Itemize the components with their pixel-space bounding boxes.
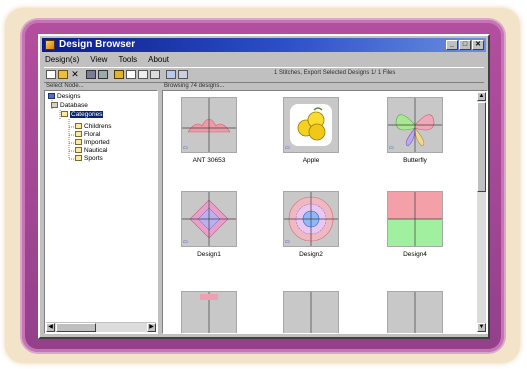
tree-item-sports[interactable]: Sports	[75, 155, 103, 163]
sort-icon[interactable]	[166, 70, 176, 79]
tree-horizontal-scrollbar[interactable]: ◀ ▶	[46, 322, 156, 332]
folder-icon	[75, 147, 82, 154]
scroll-thumb[interactable]	[56, 323, 96, 332]
design-thumbnail-apple[interactable]: ▭	[283, 97, 339, 153]
folder-icon	[75, 139, 82, 146]
folder-icon	[75, 131, 82, 138]
menu-bar: Design(s) View Tools About	[44, 54, 170, 66]
delete-icon[interactable]: ✕	[70, 70, 80, 79]
design-browser-window: Design Browser _ □ ✕ Design(s) View Tool…	[38, 34, 490, 339]
design-preview-icon	[310, 292, 312, 333]
stitch-count-icon: ▭	[389, 145, 394, 151]
open-folder-icon[interactable]	[58, 70, 68, 79]
stitch-count-icon: ▭	[183, 145, 188, 151]
folder-icon	[75, 123, 82, 130]
app-icon	[45, 40, 55, 50]
toolbar: ✕ 1 Stitches, Export Selected Designs 1/…	[44, 67, 484, 83]
tree-item-label: Designs	[57, 93, 81, 100]
design-thumbnail-partial[interactable]	[387, 291, 443, 333]
ring-design-icon	[284, 192, 338, 246]
scroll-down-icon[interactable]: ▼	[477, 323, 486, 332]
tree-item-childrens[interactable]: Childrens	[75, 123, 111, 131]
toolbar-status: 1 Stitches, Export Selected Designs 1/ 1…	[274, 70, 396, 76]
tree-item-floral[interactable]: Floral	[75, 131, 100, 139]
menu-tools[interactable]: Tools	[117, 54, 138, 66]
scroll-left-icon[interactable]: ◀	[46, 323, 55, 332]
window-title: Design Browser	[59, 39, 136, 50]
tree-item-label: Nautical	[84, 147, 108, 154]
refresh-icon[interactable]	[178, 70, 188, 79]
folder-icon	[75, 155, 82, 162]
print-icon[interactable]	[86, 70, 96, 79]
design-label: Design2	[299, 251, 323, 258]
design-label: Design1	[197, 251, 221, 258]
design-label: Apple	[302, 157, 320, 164]
ant-design-icon	[182, 98, 236, 152]
design-thumbnail-design4[interactable]	[387, 191, 443, 247]
design-thumbnail-partial[interactable]	[181, 291, 237, 333]
tree-item-label: Imported	[84, 139, 110, 146]
design-tree[interactable]: Designs Database Categories Childrens Fl…	[44, 90, 158, 334]
maximize-button[interactable]: □	[459, 40, 471, 50]
design-label: Butterfly	[403, 157, 427, 164]
design-label: Design4	[403, 251, 427, 258]
tree-item-label: Database	[60, 102, 88, 109]
tree-item-label: Floral	[84, 131, 101, 138]
design-thumbnail-butterfly[interactable]: ▭	[387, 97, 443, 153]
design-preview-icon	[200, 292, 218, 333]
apple-design-icon	[290, 104, 332, 146]
tree-item-label: Childrens	[84, 123, 112, 130]
list-view-icon[interactable]	[150, 70, 160, 79]
tree-item-categories[interactable]: Categories	[61, 111, 104, 119]
folder-icon	[61, 111, 68, 118]
quad-design-icon	[388, 192, 442, 246]
find-icon[interactable]	[114, 70, 124, 79]
tree-item-label: Sports	[84, 155, 103, 162]
scroll-thumb[interactable]	[477, 102, 486, 192]
stitch-count-icon: ▭	[285, 145, 290, 151]
butterfly-design-icon	[388, 98, 442, 152]
menu-about[interactable]: About	[147, 54, 170, 66]
database-icon	[51, 102, 58, 109]
menu-designs[interactable]: Design(s)	[44, 54, 80, 66]
tree-item-database[interactable]: Database	[51, 102, 88, 110]
scroll-up-icon[interactable]: ▲	[477, 92, 486, 101]
design-thumbnail-design2[interactable]: ▭	[283, 191, 339, 247]
new-icon[interactable]	[46, 70, 56, 79]
tree-item-designs[interactable]: Designs	[48, 93, 80, 101]
tree-pane-label: Select Node...	[46, 83, 84, 89]
stitch-count-icon: ▭	[183, 239, 188, 245]
browser-vertical-scrollbar[interactable]: ▲ ▼	[477, 92, 486, 332]
tree-item-label: Categories	[70, 111, 104, 118]
diamond-design-icon	[182, 192, 236, 246]
close-button[interactable]: ✕	[472, 40, 484, 50]
design-thumbnail-partial[interactable]	[283, 291, 339, 333]
stitch-count-icon: ▭	[285, 239, 290, 245]
large-icons-icon[interactable]	[126, 70, 136, 79]
design-label: ANT 30653	[192, 157, 226, 164]
design-browser-pane[interactable]: ▭ ANT 30653 ▭ Apple ▭ Butterfly ▭ Design…	[162, 90, 488, 334]
tree-item-nautical[interactable]: Nautical	[75, 147, 107, 155]
title-bar[interactable]: Design Browser _ □ ✕	[42, 38, 486, 52]
small-icons-icon[interactable]	[138, 70, 148, 79]
browser-pane-label: Browsing 74 designs...	[164, 83, 225, 89]
scroll-right-icon[interactable]: ▶	[147, 323, 156, 332]
folder-icon	[48, 93, 55, 100]
design-preview-icon	[414, 292, 416, 333]
menu-view[interactable]: View	[89, 54, 108, 66]
properties-icon[interactable]	[98, 70, 108, 79]
minimize-button[interactable]: _	[446, 40, 458, 50]
tree-item-imported[interactable]: Imported	[75, 139, 110, 147]
design-thumbnail-ant[interactable]: ▭	[181, 97, 237, 153]
design-thumbnail-design1[interactable]: ▭	[181, 191, 237, 247]
